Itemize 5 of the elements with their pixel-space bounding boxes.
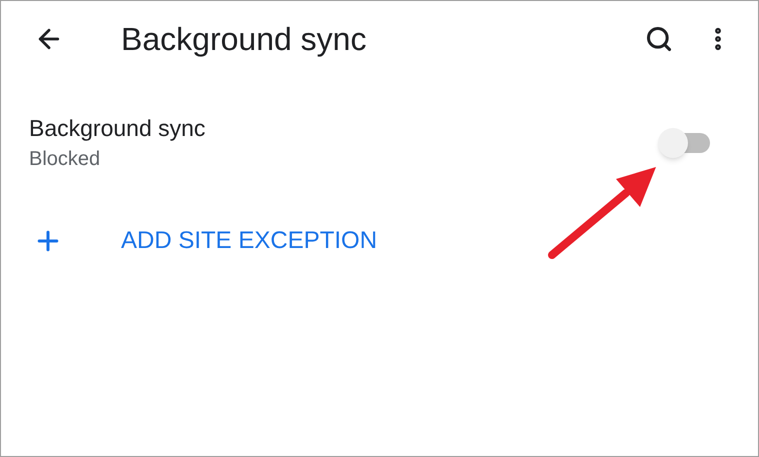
setting-status: Blocked [29,147,102,172]
toolbar-title: Background sync [121,20,368,59]
setting-title: Background sync [29,114,206,143]
toggle-switch[interactable] [658,128,712,158]
add-site-exception-button[interactable]: ADD SITE EXCEPTION [33,223,378,259]
